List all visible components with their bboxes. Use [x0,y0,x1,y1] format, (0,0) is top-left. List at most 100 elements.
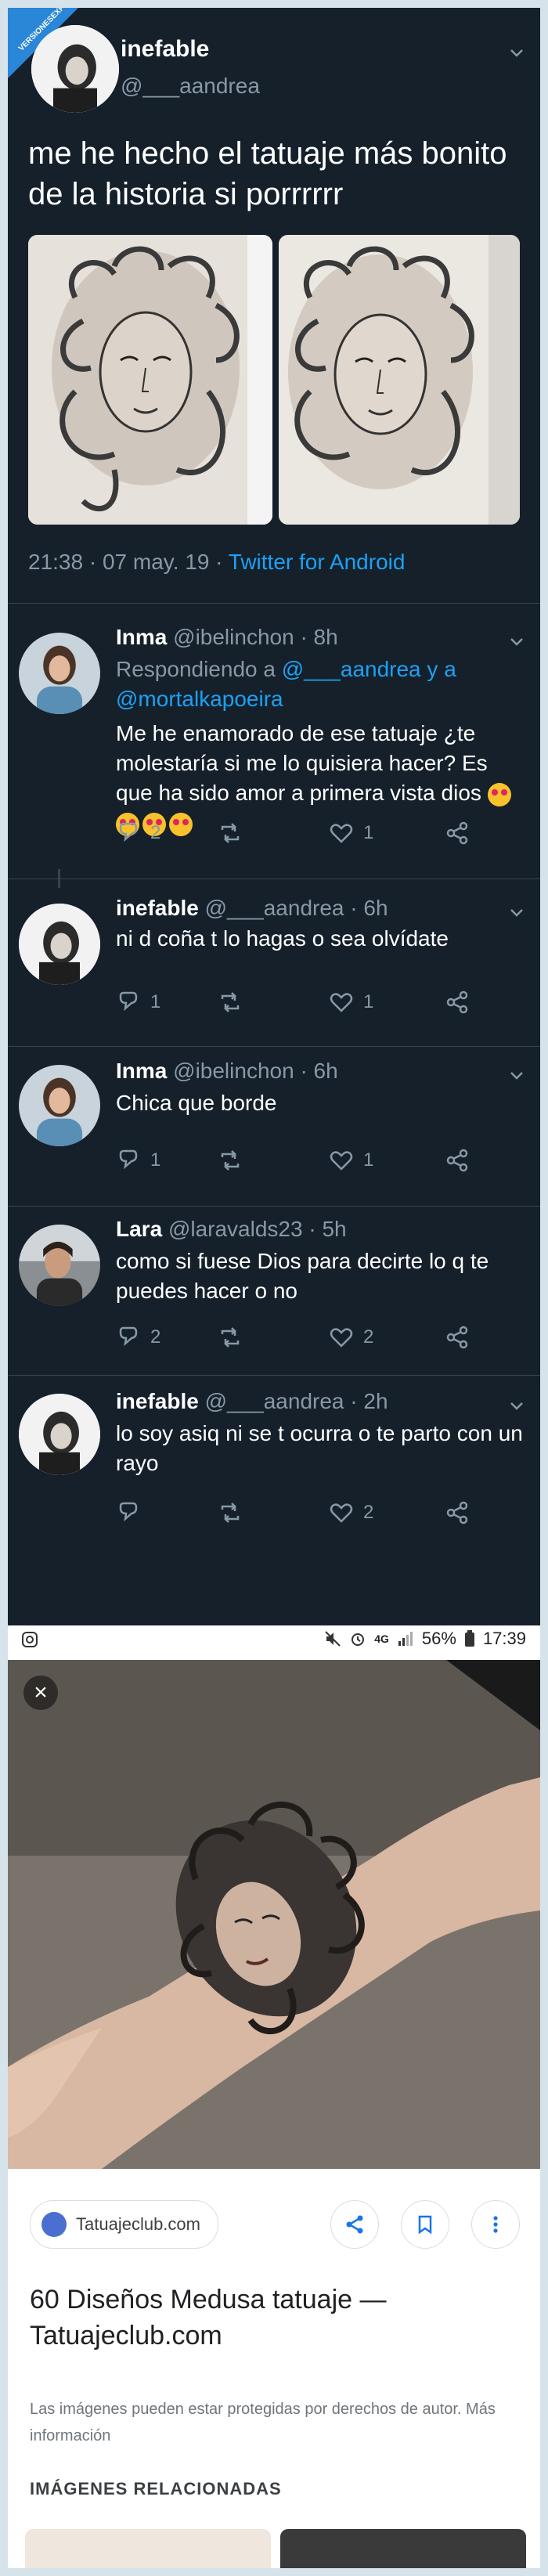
chevron-down-icon[interactable] [509,634,525,650]
share-button[interactable] [445,1148,479,1173]
chevron-down-icon[interactable] [509,45,525,61]
site-chip[interactable]: Tatuajeclub.com [30,2200,218,2249]
reply-button[interactable]: 2 [116,821,160,846]
reply-author[interactable]: Inma @ibelinchon · 8h [116,625,338,650]
signal-icon [398,1632,413,1646]
like-button[interactable]: 1 [329,990,373,1015]
reply-count: 2 [150,1326,161,1348]
result-title[interactable]: 60 Diseños Medusa tatuaje — Tatuajeclub.… [30,2282,515,2354]
globe-icon [41,2212,67,2237]
reply-actions: 1 1 [116,1148,523,1176]
close-button[interactable]: × [23,1676,58,1710]
more-vertical-icon [493,2216,498,2233]
network-type: 4G [374,1633,389,1645]
reply-5[interactable]: inefable @___aandrea · 2h lo soy asiq ni… [8,1378,540,1550]
like-button[interactable]: 2 [329,1325,373,1350]
tweet-timestamp: 21:38 · 07 may. 19 · [28,550,223,574]
reply-4[interactable]: Lara @laravalds23 · 5h como si fuese Dio… [8,1209,540,1373]
reply-actions: 1 1 [116,990,523,1018]
like-count: 1 [363,822,374,843]
heart-icon [330,993,353,1012]
share-button[interactable] [330,2200,379,2249]
chevron-down-icon[interactable] [509,1398,525,1414]
reply-avatar[interactable] [19,904,100,985]
comment-icon [119,991,138,1012]
reply-button[interactable] [116,1500,150,1525]
related-images-heading: IMÁGENES RELACIONADAS [30,2479,282,2498]
reply-author[interactable]: Inma @ibelinchon · 6h [116,1059,338,1084]
copyright-note[interactable]: Las imágenes pueden estar protegidas por… [30,2396,499,2449]
instagram-icon [22,1632,38,1647]
retweet-icon [221,1327,240,1348]
reply-handle[interactable]: @___aandrea · 2h [205,1389,388,1413]
reply-text-body: Me he enamorado de ese tatuaje ¿te moles… [116,721,488,805]
save-button[interactable] [401,2200,449,2249]
reply-button[interactable]: 1 [116,1148,160,1173]
heart-icon [330,1503,353,1523]
reply-avatar[interactable] [19,1394,100,1475]
reply-name[interactable]: inefable [116,896,199,920]
share-button[interactable] [445,1500,479,1525]
share-icon [446,990,468,1014]
share-button[interactable] [445,1325,479,1350]
author-handle[interactable]: @___aandrea [121,74,260,99]
reply-button[interactable]: 2 [116,1325,160,1350]
reply-handle[interactable]: @ibelinchon · 8h [173,625,338,649]
reply-button[interactable]: 1 [116,990,160,1015]
status-time: 17:39 [482,1629,526,1648]
retweet-button[interactable] [218,1325,252,1350]
retweet-button[interactable] [218,821,252,846]
reply-2[interactable]: inefable @___aandrea · 6h ni d coña t lo… [8,888,540,1044]
retweet-button[interactable] [218,1500,252,1525]
more-options-button[interactable] [471,2200,520,2249]
tweet-photo-2[interactable] [279,235,520,525]
reply-actions: 2 [116,1500,523,1528]
like-button[interactable]: 1 [329,821,373,846]
reply-avatar[interactable] [19,633,100,714]
share-button[interactable] [445,990,479,1015]
reply-author[interactable]: inefable @___aandrea · 6h [116,896,388,921]
replying-to: Respondiendo a @___aandrea y a @mortalka… [116,655,507,714]
related-image-2[interactable] [280,2529,526,2568]
chevron-down-icon[interactable] [509,1068,525,1084]
reply-text: ni d coña t lo hagas o sea olvídate [116,926,449,951]
status-indicators: 4G 56% 17:39 [324,1629,526,1649]
result-image[interactable]: × [8,1660,540,2169]
reply-avatar[interactable] [19,1225,100,1306]
tweet-source-link[interactable]: Twitter for Android [229,550,406,574]
reply-author[interactable]: inefable @___aandrea · 2h [116,1389,388,1414]
reply-name[interactable]: Inma [116,625,167,649]
comment-icon [119,822,138,842]
reply-actions: 2 2 [116,1325,523,1353]
author-name[interactable]: inefable [121,36,209,63]
like-count: 2 [363,1326,374,1348]
related-image-1[interactable] [25,2529,271,2568]
share-button[interactable] [445,821,479,846]
reply-actions: 2 1 [116,821,523,849]
tweet-photo-1[interactable] [28,235,272,525]
reply-author[interactable]: Lara @laravalds23 · 5h [116,1217,347,1242]
share-icon [446,1501,468,1524]
like-button[interactable]: 1 [329,1148,373,1173]
like-button[interactable]: 2 [329,1500,373,1525]
reply-handle[interactable]: @___aandrea · 6h [205,896,388,920]
site-name: Tatuajeclub.com [76,2214,200,2234]
share-icon [446,1149,468,1172]
reply-handle[interactable]: @laravalds23 · 5h [168,1217,347,1241]
retweet-icon [221,1150,240,1171]
reply-name[interactable]: inefable [116,1389,199,1413]
retweet-button[interactable] [218,990,252,1015]
reply-count: 2 [150,822,161,843]
reply-1[interactable]: Inma @ibelinchon · 8h Respondiendo a @__… [8,619,540,877]
reply-avatar[interactable] [19,1065,100,1146]
reply-name[interactable]: Lara [116,1217,162,1241]
chevron-down-icon[interactable] [509,905,525,921]
share-icon [446,1326,468,1349]
status-bar: 4G 56% 17:39 [8,1625,540,1654]
reply-handle[interactable]: @ibelinchon · 6h [173,1059,338,1083]
reply-name[interactable]: Inma [116,1059,167,1083]
reply-count: 1 [150,991,161,1012]
retweet-button[interactable] [218,1148,252,1173]
author-avatar[interactable] [31,25,119,113]
reply-3[interactable]: Inma @ibelinchon · 6h Chica que borde 1 … [8,1048,540,1204]
